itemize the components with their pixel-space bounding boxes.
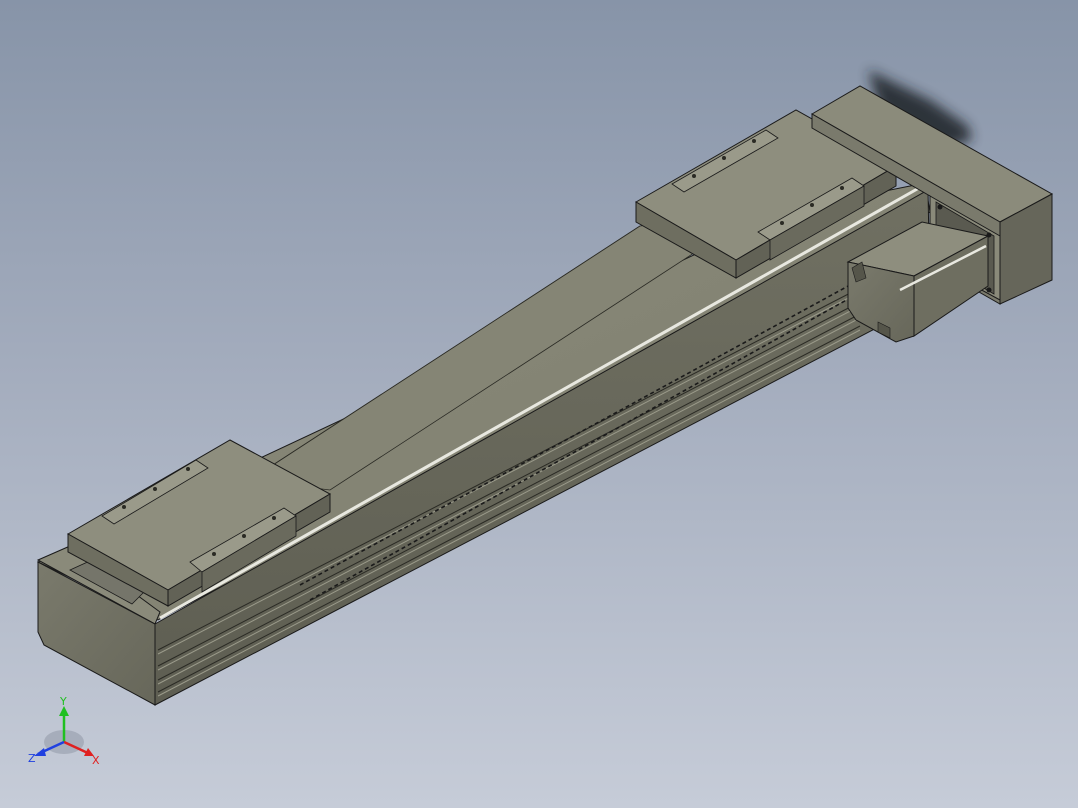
graphics-viewport[interactable]: Y X Z (0, 0, 1078, 808)
rail-side-face[interactable] (154, 189, 931, 706)
coordinate-triad: Y X Z (28, 696, 100, 767)
linear-actuator-model[interactable] (0, 0, 1078, 808)
triad-y-label: Y (59, 696, 67, 708)
triad-x-label: X (92, 754, 100, 767)
rail-highlight-edge (159, 182, 927, 620)
triad-z-label: Z (28, 752, 36, 765)
